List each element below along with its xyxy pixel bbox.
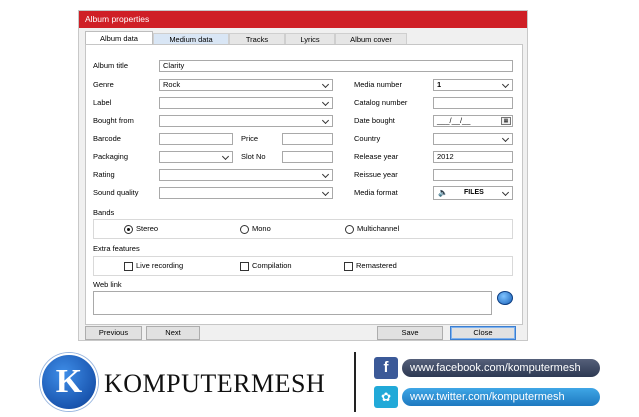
slot-no-label: Slot No bbox=[241, 152, 266, 161]
release-year-input[interactable]: 2012 bbox=[433, 151, 513, 163]
twitter-icon: ✿ bbox=[374, 386, 398, 408]
media-number-value: 1 bbox=[437, 80, 442, 89]
chevron-down-icon bbox=[222, 152, 230, 162]
date-bought-value: ___/__/__ bbox=[437, 116, 471, 125]
mono-radio[interactable] bbox=[240, 225, 249, 234]
stereo-radio[interactable] bbox=[124, 225, 133, 234]
price-label: Price bbox=[241, 134, 259, 143]
label-label: Label bbox=[93, 98, 112, 107]
rating-label: Rating bbox=[93, 170, 115, 179]
album-title-input[interactable]: Clarity bbox=[159, 60, 513, 72]
chevron-down-icon bbox=[322, 116, 330, 126]
multichannel-label: Multichannel bbox=[357, 224, 400, 233]
tab-tracks[interactable]: Tracks bbox=[229, 33, 285, 44]
web-link-label: Web link bbox=[93, 280, 122, 289]
next-button[interactable]: Next bbox=[146, 326, 200, 340]
tab-album-data[interactable]: Album data bbox=[85, 31, 153, 45]
tab-medium-data[interactable]: Medium data bbox=[153, 33, 229, 44]
sound-quality-dropdown[interactable] bbox=[159, 187, 333, 199]
catalog-number-input[interactable] bbox=[433, 97, 513, 109]
compilation-checkbox[interactable] bbox=[240, 262, 249, 271]
album-properties-window: Album properties Album data Medium data … bbox=[78, 10, 528, 341]
brand-divider bbox=[354, 352, 356, 412]
window-title: Album properties bbox=[79, 11, 527, 28]
packaging-label: Packaging bbox=[93, 152, 129, 161]
genre-value: Rock bbox=[163, 80, 181, 89]
slot-no-input[interactable] bbox=[282, 151, 333, 163]
barcode-label: Barcode bbox=[93, 134, 121, 143]
remastered-checkbox[interactable] bbox=[344, 262, 353, 271]
bands-group: Stereo Mono Multichannel bbox=[93, 219, 513, 239]
compilation-label: Compilation bbox=[252, 261, 292, 270]
extra-features-label: Extra features bbox=[93, 244, 140, 253]
brand-name: KOMPUTERMESH bbox=[104, 369, 326, 398]
chevron-down-icon bbox=[502, 188, 510, 198]
country-dropdown[interactable] bbox=[433, 133, 513, 145]
chevron-down-icon bbox=[322, 188, 330, 198]
facebook-icon: f bbox=[374, 357, 398, 379]
live-recording-label: Live recording bbox=[136, 261, 184, 270]
tab-album-cover[interactable]: Album cover bbox=[335, 33, 407, 44]
catalog-number-label: Catalog number bbox=[354, 98, 408, 107]
komputermesh-logo: K bbox=[40, 353, 98, 411]
web-link-input[interactable] bbox=[93, 291, 492, 315]
sound-quality-label: Sound quality bbox=[93, 188, 139, 197]
media-format-dropdown[interactable]: 🔈 FILES bbox=[433, 186, 513, 200]
save-button[interactable]: Save bbox=[377, 326, 443, 340]
reissue-year-input[interactable] bbox=[433, 169, 513, 181]
reissue-year-label: Reissue year bbox=[354, 170, 398, 179]
media-format-value: FILES bbox=[464, 189, 484, 196]
album-title-label: Album title bbox=[93, 61, 129, 70]
genre-label: Genre bbox=[93, 80, 114, 89]
date-bought-input[interactable]: ___/__/__ ▦ bbox=[433, 115, 513, 127]
media-format-label: Media format bbox=[354, 188, 398, 197]
release-year-label: Release year bbox=[354, 152, 399, 161]
previous-button[interactable]: Previous bbox=[85, 326, 142, 340]
barcode-input[interactable] bbox=[159, 133, 233, 145]
genre-dropdown[interactable]: Rock bbox=[159, 79, 333, 91]
multichannel-radio[interactable] bbox=[345, 225, 354, 234]
stereo-label: Stereo bbox=[136, 224, 159, 233]
date-bought-label: Date bought bbox=[354, 116, 395, 125]
close-button[interactable]: Close bbox=[450, 326, 516, 340]
price-input[interactable] bbox=[282, 133, 333, 145]
globe-link-icon[interactable] bbox=[497, 291, 513, 305]
album-data-panel: Album title Clarity Genre Rock Label Bou… bbox=[85, 44, 523, 325]
bands-label: Bands bbox=[93, 208, 115, 217]
chevron-down-icon bbox=[322, 80, 330, 90]
bought-from-dropdown[interactable] bbox=[159, 115, 333, 127]
live-recording-checkbox[interactable] bbox=[124, 262, 133, 271]
rating-dropdown[interactable] bbox=[159, 169, 333, 181]
packaging-dropdown[interactable] bbox=[159, 151, 233, 163]
label-dropdown[interactable] bbox=[159, 97, 333, 109]
chevron-down-icon bbox=[502, 80, 510, 90]
twitter-url[interactable]: www.twitter.com/komputermesh bbox=[402, 388, 600, 406]
bought-from-label: Bought from bbox=[93, 116, 134, 125]
remastered-label: Remastered bbox=[356, 261, 397, 270]
country-label: Country bbox=[354, 134, 381, 143]
extra-features-group: Live recording Compilation Remastered bbox=[93, 256, 513, 276]
chevron-down-icon bbox=[322, 98, 330, 108]
tab-lyrics[interactable]: Lyrics bbox=[285, 33, 335, 44]
facebook-url[interactable]: www.facebook.com/komputermesh bbox=[402, 359, 600, 377]
chevron-down-icon bbox=[502, 134, 510, 144]
speaker-icon: 🔈 bbox=[438, 188, 448, 197]
chevron-down-icon bbox=[322, 170, 330, 180]
media-number-dropdown[interactable]: 1 bbox=[433, 79, 513, 91]
mono-label: Mono bbox=[252, 224, 271, 233]
calendar-icon[interactable]: ▦ bbox=[501, 117, 511, 125]
media-number-label: Media number bbox=[354, 80, 402, 89]
